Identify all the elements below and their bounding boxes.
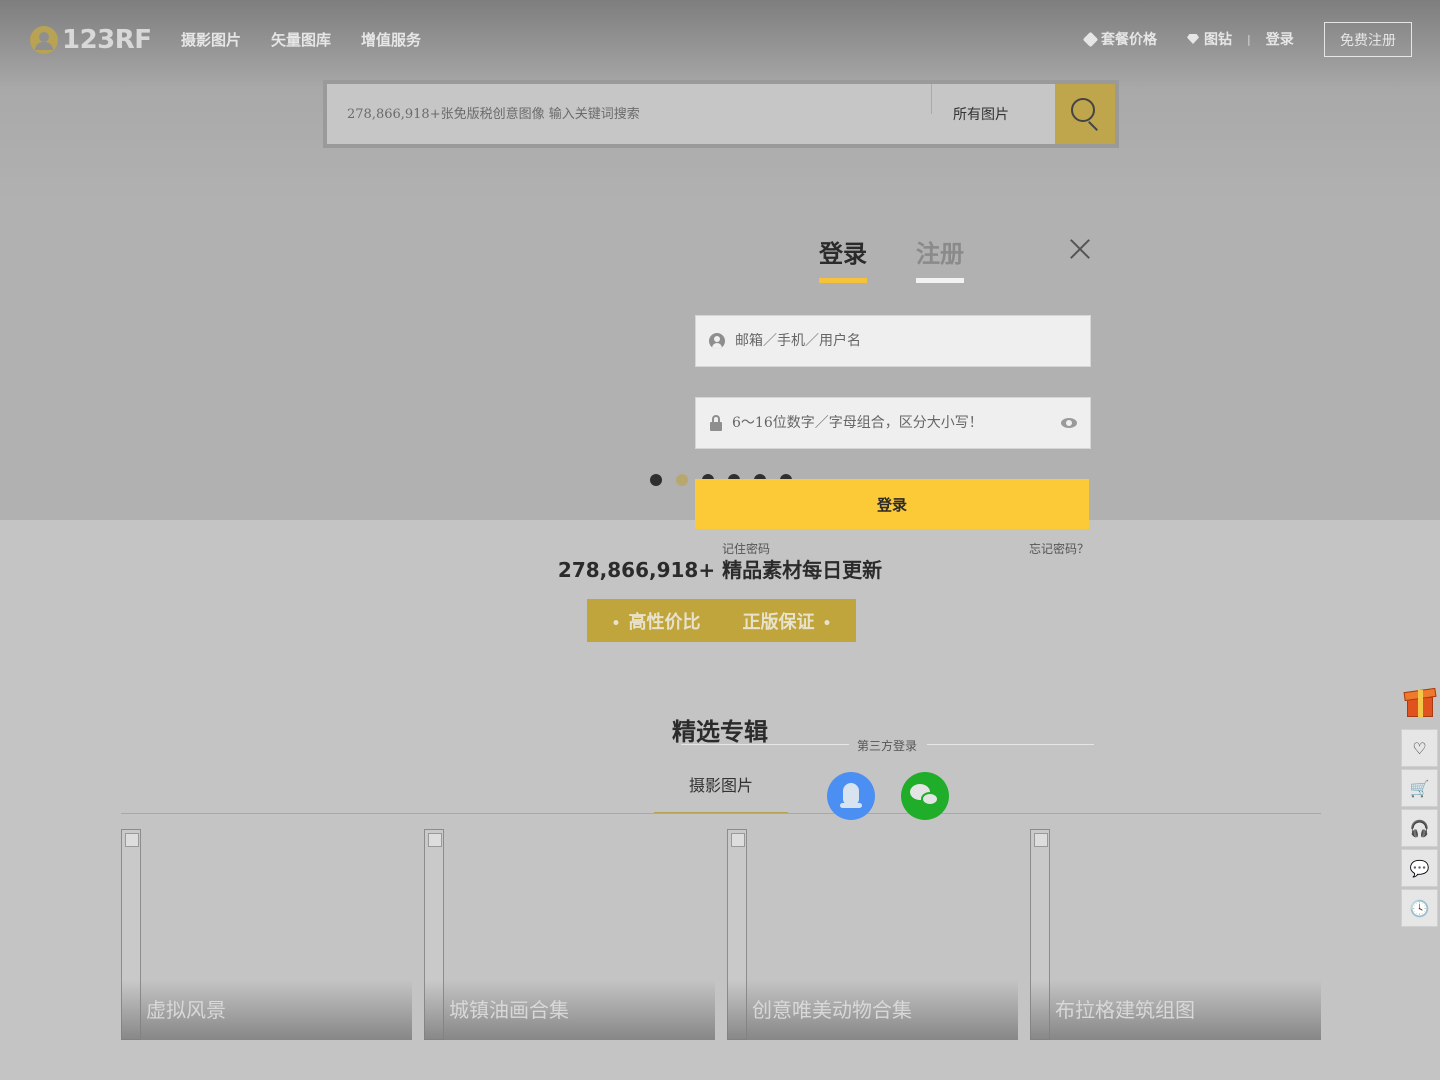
password-input[interactable] xyxy=(722,415,1061,431)
search-button[interactable] xyxy=(1055,84,1115,144)
password-field xyxy=(695,397,1091,449)
support-button[interactable]: 🎧 xyxy=(1401,809,1438,847)
logo-mark-icon xyxy=(30,26,58,54)
user-icon xyxy=(709,333,725,349)
search-input[interactable] xyxy=(327,84,931,144)
account-nav: 套餐价格 图钻 | 登录 xyxy=(1082,29,1294,49)
remember-password[interactable]: 记住密码 xyxy=(722,540,770,557)
tab-photos[interactable]: 摄影图片 xyxy=(654,770,788,814)
search-icon xyxy=(1071,98,1095,122)
logo-text: 123RF xyxy=(62,25,152,55)
album-name: 虚拟风景 xyxy=(146,998,226,1022)
gift-icon[interactable] xyxy=(1401,683,1438,719)
search-type-select[interactable]: 所有图片 xyxy=(932,84,1055,144)
wechat-login-button[interactable] xyxy=(901,772,949,820)
heart-icon: ♡ xyxy=(1412,738,1427,758)
nav-item-photos[interactable]: 摄影图片 xyxy=(181,29,241,50)
tab-login[interactable]: 登录 xyxy=(819,234,867,283)
username-input[interactable] xyxy=(725,333,1090,349)
third-party-label: 第三方登录 xyxy=(856,739,917,753)
qq-penguin-icon xyxy=(843,783,859,805)
badge-genuine: 正版保证 xyxy=(743,608,832,634)
logo[interactable]: 123RF xyxy=(30,25,152,55)
diamond-icon xyxy=(1187,34,1199,44)
album-name: 城镇油画合集 xyxy=(449,998,569,1022)
search-bar: 所有图片 xyxy=(323,80,1119,148)
nav-item-vectors[interactable]: 矢量图库 xyxy=(271,29,331,50)
feature-badges: 高性价比 正版保证 xyxy=(587,599,856,642)
main-nav: 摄影图片 矢量图库 增值服务 xyxy=(181,29,421,50)
album-card[interactable]: 虚拟风景 xyxy=(121,829,412,1040)
pricing-link[interactable]: 套餐价格 xyxy=(1082,29,1157,49)
album-name: 创意唯美动物合集 xyxy=(752,998,912,1022)
clock-icon: 🕓 xyxy=(1409,898,1430,918)
history-button[interactable]: 🕓 xyxy=(1401,889,1438,927)
cart-icon: 🛒 xyxy=(1409,778,1430,798)
lock-icon xyxy=(710,415,722,431)
diamond-label: 图钻 xyxy=(1204,32,1232,48)
stats-headline: 278,866,918+ 精品素材每日更新 xyxy=(557,558,883,582)
tab-underline-divider xyxy=(121,813,1321,814)
favorites-button[interactable]: ♡ xyxy=(1401,729,1438,767)
album-name: 布拉格建筑组图 xyxy=(1055,998,1195,1022)
cart-button[interactable]: 🛒 xyxy=(1401,769,1438,807)
nav-item-services[interactable]: 增值服务 xyxy=(361,29,421,50)
diamond-link[interactable]: 图钻 xyxy=(1187,29,1232,49)
nav-separator: | xyxy=(1247,32,1251,46)
close-icon[interactable] xyxy=(1068,236,1092,260)
chat-icon: 💬 xyxy=(1409,858,1430,878)
search-icon-handle xyxy=(1088,121,1098,131)
register-button[interactable]: 免费注册 xyxy=(1324,22,1412,57)
headset-icon: 🎧 xyxy=(1409,818,1430,838)
pricing-label: 套餐价格 xyxy=(1101,32,1157,48)
album-card[interactable]: 创意唯美动物合集 xyxy=(727,829,1018,1040)
album-list: 虚拟风景 城镇油画合集 创意唯美动物合集 布拉格建筑组图 xyxy=(121,829,1321,1040)
carousel-dot[interactable] xyxy=(650,474,662,486)
floating-toolbar: ♡ 🛒 🎧 💬 🕓 xyxy=(1401,683,1438,927)
tab-register[interactable]: 注册 xyxy=(916,234,964,283)
login-submit-button[interactable]: 登录 xyxy=(695,479,1089,529)
login-tabs: 登录 注册 xyxy=(819,234,964,283)
carousel-dot[interactable] xyxy=(676,474,688,486)
price-tag-icon xyxy=(1082,31,1099,47)
album-card[interactable]: 城镇油画合集 xyxy=(424,829,715,1040)
username-field xyxy=(695,315,1091,367)
album-card[interactable]: 布拉格建筑组图 xyxy=(1030,829,1321,1040)
login-link[interactable]: 登录 xyxy=(1266,29,1294,49)
eye-icon[interactable] xyxy=(1061,418,1077,428)
badge-value: 高性价比 xyxy=(612,608,701,634)
forgot-password-link[interactable]: 忘记密码？ xyxy=(1029,540,1089,557)
site-header: 123RF 摄影图片 矢量图库 增值服务 套餐价格 图钻 | 登录 免费注册 xyxy=(0,0,1440,80)
feedback-button[interactable]: 💬 xyxy=(1401,849,1438,887)
qq-login-button[interactable] xyxy=(827,772,875,820)
